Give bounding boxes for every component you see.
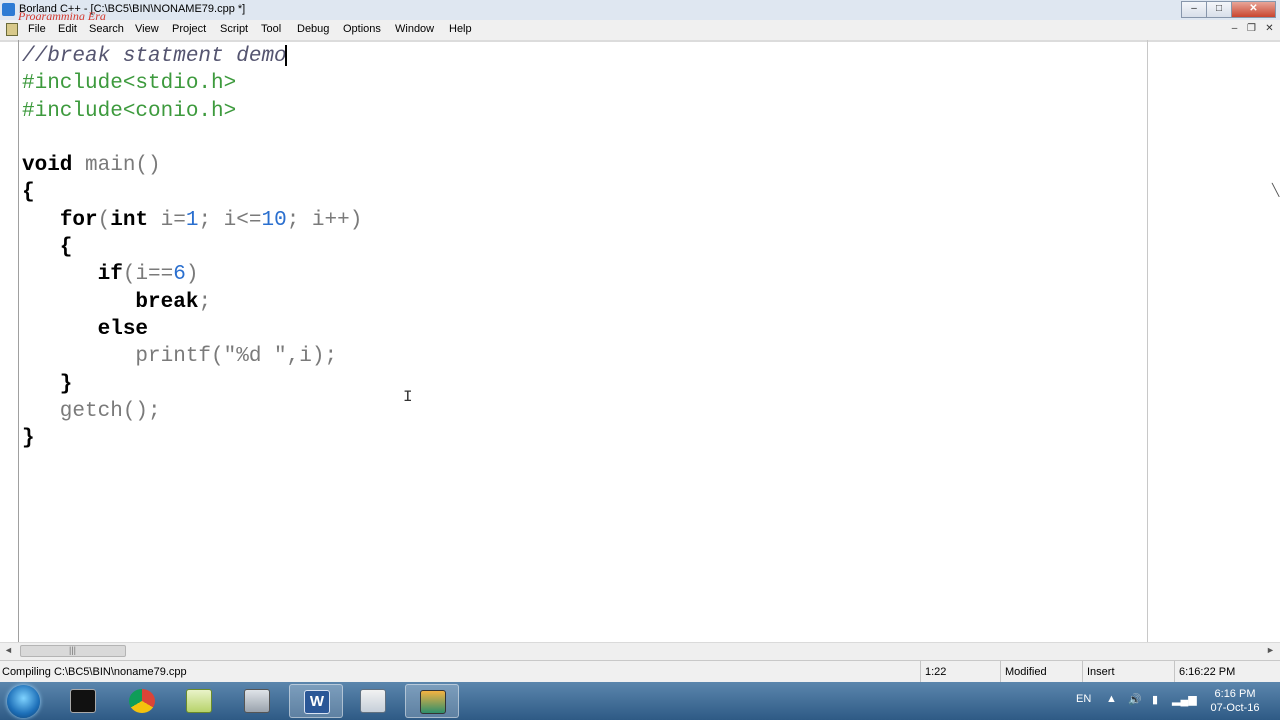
- battery-icon[interactable]: ▮: [1152, 693, 1158, 706]
- language-indicator[interactable]: EN: [1076, 693, 1091, 705]
- menu-options[interactable]: Options: [343, 23, 381, 35]
- text-cursor: [284, 44, 287, 66]
- taskbar-chrome[interactable]: [115, 684, 169, 718]
- maximize-button[interactable]: □: [1206, 1, 1232, 18]
- code-line[interactable]: {: [22, 234, 362, 261]
- status-message: Compiling C:\BC5\BIN\noname79.cpp: [2, 666, 187, 678]
- code-line[interactable]: for(int i=1; i<=10; i++): [22, 207, 363, 234]
- speaker-icon[interactable]: 🔊: [1128, 693, 1142, 706]
- code-line[interactable]: void main(): [22, 152, 362, 179]
- status-insert-mode: Insert: [1082, 661, 1175, 683]
- cmd-icon: [70, 689, 96, 713]
- chrome-icon: [129, 689, 155, 713]
- menu-project[interactable]: Project: [172, 23, 206, 35]
- document-icon[interactable]: [6, 23, 18, 36]
- status-bar: Compiling C:\BC5\BIN\noname79.cpp 1:22 M…: [0, 660, 1280, 683]
- start-button[interactable]: [7, 685, 40, 718]
- ibeam-cursor-icon: I: [403, 388, 413, 406]
- scroll-left-arrow-icon[interactable]: ◄: [4, 645, 13, 655]
- minimize-button[interactable]: –: [1181, 1, 1207, 18]
- taskbar-fax[interactable]: [230, 684, 284, 718]
- status-time: 6:16:22 PM: [1174, 661, 1279, 683]
- taskbar-cmd[interactable]: [56, 684, 110, 718]
- taskbar-word[interactable]: W: [289, 684, 343, 718]
- code-line[interactable]: if(i==6): [22, 261, 362, 288]
- code-line[interactable]: }: [22, 425, 362, 452]
- title-bar: Borland C++ - [C:\BC5\BIN\NONAME79.cpp *…: [0, 0, 1280, 23]
- clock-time: 6:16 PM: [1214, 688, 1256, 700]
- scroll-right-arrow-icon[interactable]: ►: [1266, 645, 1275, 655]
- editor-right-margin: [1147, 40, 1148, 642]
- taskbar-calculator[interactable]: [346, 684, 400, 718]
- status-cursor-position: 1:22: [920, 661, 1001, 683]
- close-button[interactable]: ✕: [1231, 1, 1276, 18]
- code-line[interactable]: printf("%d ",i);: [22, 343, 362, 370]
- fax-icon: [244, 689, 270, 713]
- menu-file[interactable]: File: [28, 23, 46, 35]
- editor-frame: [0, 40, 1280, 42]
- editor-gutter-border: [18, 40, 19, 642]
- scrollbar-grip-icon: |||: [69, 645, 77, 655]
- code-line[interactable]: }: [22, 371, 362, 398]
- menu-window[interactable]: Window: [395, 23, 434, 35]
- calculator-icon: [360, 689, 386, 713]
- horizontal-scrollbar[interactable]: ◄ ||| ►: [0, 642, 1280, 660]
- clock-date: 07-Oct-16: [1210, 702, 1260, 714]
- taskbar-borland[interactable]: [405, 684, 459, 718]
- menu-debug[interactable]: Debug: [297, 23, 329, 35]
- scrollbar-thumb[interactable]: |||: [20, 645, 126, 657]
- code-line[interactable]: {: [22, 179, 362, 206]
- code-line[interactable]: else: [22, 316, 362, 343]
- code-line[interactable]: [22, 125, 362, 152]
- menu-edit[interactable]: Edit: [58, 23, 77, 35]
- menu-script[interactable]: Script: [220, 23, 248, 35]
- borland-icon: [420, 690, 446, 714]
- code-line[interactable]: #include<conio.h>: [22, 98, 362, 125]
- mdi-restore-button[interactable]: ❐: [1244, 22, 1259, 36]
- code-line[interactable]: //break statment demo: [22, 43, 362, 70]
- edge-marker-icon: ╲: [1272, 183, 1280, 197]
- mdi-close-button[interactable]: ✕: [1262, 22, 1277, 36]
- code-editor[interactable]: //break statment demo #include<stdio.h> …: [22, 43, 362, 452]
- mdi-minimize-button[interactable]: –: [1227, 22, 1242, 36]
- code-line[interactable]: #include<stdio.h>: [22, 70, 362, 97]
- code-line[interactable]: break;: [22, 289, 362, 316]
- menu-bar: File Edit Search View Project Script Too…: [0, 20, 1280, 40]
- menu-tool[interactable]: Tool: [261, 23, 281, 35]
- notepad-icon: [186, 689, 212, 713]
- borland-app-icon[interactable]: [2, 3, 15, 16]
- menu-view[interactable]: View: [135, 23, 159, 35]
- menu-help[interactable]: Help: [449, 23, 472, 35]
- show-hidden-icons-icon[interactable]: ▲: [1106, 693, 1117, 705]
- taskbar-notepad[interactable]: [172, 684, 226, 718]
- status-modified: Modified: [1000, 661, 1083, 683]
- taskbar: W EN ▲ 🔊 ▮ ▂▄▆ 6:16 PM 07-Oct-16: [0, 682, 1280, 720]
- code-comment: //break statment demo: [22, 45, 287, 68]
- code-line[interactable]: getch();: [22, 398, 362, 425]
- clock[interactable]: 6:16 PM 07-Oct-16: [1200, 687, 1270, 715]
- word-icon: W: [304, 690, 330, 714]
- menu-search[interactable]: Search: [89, 23, 124, 35]
- network-icon[interactable]: ▂▄▆: [1172, 693, 1197, 706]
